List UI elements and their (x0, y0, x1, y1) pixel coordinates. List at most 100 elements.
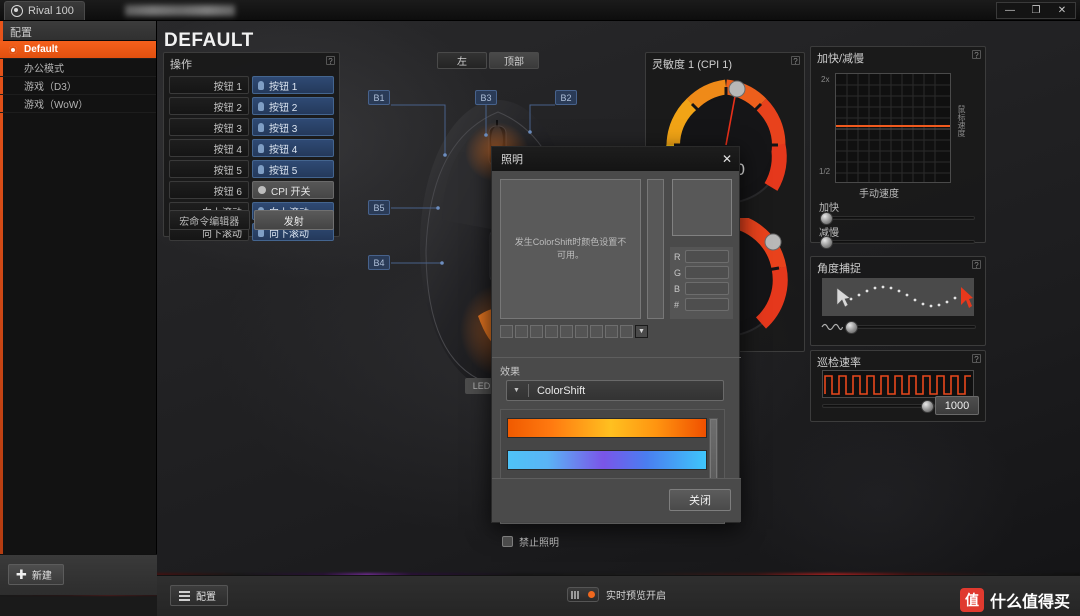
live-preview-label: 实时预览开启 (606, 591, 666, 602)
rgb-input-g[interactable] (685, 266, 729, 279)
action-label: 按钮 5 (169, 160, 249, 178)
watermark: 值 什么值得买 (959, 588, 1070, 612)
sidebar-item-label: 办公模式 (24, 64, 64, 75)
action-value[interactable]: 按钮 4 (252, 139, 334, 157)
config-button[interactable]: 配置 (170, 585, 228, 606)
effect-selected-value: ColorShift (536, 384, 586, 397)
dialog-close-icon[interactable]: ✕ (722, 153, 732, 165)
sidebar-item-game-d3[interactable]: 游戏（D3） (0, 77, 156, 95)
polling-rate-title: 巡检速率 (817, 357, 861, 369)
dialog-footer: 关闭 (492, 478, 741, 522)
sidebar-item-game-wow[interactable]: 游戏（WoW） (0, 95, 156, 113)
swatch[interactable] (515, 325, 528, 338)
action-value[interactable]: 按钮 5 (252, 160, 334, 178)
watermark-badge: 值 (959, 588, 984, 612)
help-icon[interactable]: ? (972, 260, 981, 270)
tab-left-view[interactable]: 左 (437, 52, 487, 69)
maximize-icon[interactable]: ❐ (1023, 3, 1049, 18)
application-window: Rival 100 — ❐ ✕ 配置 Default 办公模式 游戏（D3） 游… (0, 0, 1080, 616)
rgb-label-b: B (674, 283, 681, 294)
angle-snapping-preview[interactable] (822, 278, 974, 316)
rgb-input-r[interactable] (685, 250, 729, 263)
swatch[interactable] (560, 325, 573, 338)
decelerate-slider-knob[interactable] (820, 236, 833, 249)
sidebar-item-label: 游戏（WoW） (24, 100, 89, 111)
decelerate-slider[interactable] (823, 240, 975, 244)
mouse-button-icon (258, 80, 264, 90)
rgb-input-b[interactable] (685, 282, 729, 295)
polling-rate-value[interactable]: 1000 (935, 396, 979, 415)
dialog-title-bar: 照明 ✕ (492, 147, 739, 171)
help-icon[interactable]: ? (326, 56, 335, 66)
action-row: 按钮 3 按钮 3 (169, 118, 334, 136)
swatch[interactable] (620, 325, 633, 338)
help-icon[interactable]: ? (791, 56, 800, 66)
action-label: 按钮 1 (169, 76, 249, 94)
action-row: 按钮 5 按钮 5 (169, 160, 334, 178)
action-value[interactable]: 按钮 1 (252, 76, 334, 94)
acceleration-graph[interactable] (835, 73, 951, 183)
swatch[interactable] (605, 325, 618, 338)
action-value[interactable]: CPI 开关 (252, 181, 334, 199)
new-profile-button[interactable]: ✚ 新建 (8, 564, 64, 585)
dialog-close-button[interactable]: 关闭 (669, 489, 731, 511)
accelerate-slider[interactable] (823, 216, 975, 220)
action-row: 按钮 2 按钮 2 (169, 97, 334, 115)
close-icon[interactable]: ✕ (1049, 3, 1075, 18)
polling-rate-panel: 巡检速率 ? 1000 (810, 350, 986, 422)
chevron-down-icon: ▼ (513, 387, 520, 394)
polling-rate-slider-knob[interactable] (921, 400, 934, 413)
help-icon[interactable]: ? (972, 50, 981, 60)
tab-top-view[interactable]: 顶部 (489, 52, 539, 69)
color-picker-field: 发生ColorShift时颜色设置不可用。 (500, 179, 641, 319)
actions-panel-title: 操作 (170, 59, 192, 71)
angle-snapping-slider-knob[interactable] (845, 321, 858, 334)
sidebar-footer: ✚ 新建 (0, 554, 157, 595)
swatch[interactable] (530, 325, 543, 338)
swatch[interactable] (590, 325, 603, 338)
angle-snapping-panel: 角度捕捉 ? (810, 256, 986, 346)
action-row: 按钮 1 按钮 1 (169, 76, 334, 94)
fire-button[interactable]: 发射 (253, 210, 334, 230)
swatch[interactable] (575, 325, 588, 338)
action-value[interactable]: 按钮 3 (252, 118, 334, 136)
macro-editor-button[interactable]: 宏命令编辑器 (169, 210, 250, 230)
disable-lighting-label: 禁止照明 (519, 538, 559, 549)
mouse-view-tabs: 左 顶部 (437, 52, 539, 69)
gradient-scrollbar-thumb[interactable] (710, 419, 717, 483)
mouse-button-icon (258, 164, 264, 174)
sidebar-item-label: 游戏（D3） (24, 82, 77, 93)
new-profile-label: 新建 (31, 571, 52, 582)
selected-dot-icon (9, 46, 17, 54)
action-value[interactable]: 按钮 2 (252, 97, 334, 115)
live-preview-status[interactable]: 实时预览开启 (567, 587, 666, 602)
swatch[interactable] (500, 325, 513, 338)
rgb-input-hex[interactable] (685, 298, 729, 311)
cpi-switch-icon (258, 186, 266, 194)
disable-lighting-checkbox[interactable] (502, 536, 513, 547)
action-value-label: 按钮 4 (269, 144, 298, 156)
wave-icon (821, 323, 843, 331)
effect-select[interactable]: ▼ ColorShift (506, 380, 724, 401)
sidebar-item-office[interactable]: 办公模式 (0, 59, 156, 77)
rgb-row: B (674, 282, 733, 295)
help-icon[interactable]: ? (972, 354, 981, 364)
mouse-button-icon (258, 101, 264, 111)
disable-lighting-row[interactable]: 禁止照明 (502, 534, 559, 549)
axis-label-top: 2x (821, 75, 830, 84)
minimize-icon[interactable]: — (997, 3, 1023, 18)
dropper-icon[interactable]: ▼ (635, 325, 648, 338)
axis-label-x: 手动速度 (859, 189, 899, 200)
swatch[interactable] (545, 325, 558, 338)
action-label: 按钮 2 (169, 97, 249, 115)
live-preview-toggle[interactable] (567, 587, 599, 602)
angle-snapping-slider[interactable] (851, 325, 976, 329)
rgb-label-g: G (674, 267, 682, 278)
divider-icon (527, 384, 529, 397)
polling-rate-slider[interactable] (822, 404, 935, 408)
device-tab-rival-100[interactable]: Rival 100 (4, 0, 85, 20)
effect-label: 效果 (500, 367, 520, 378)
gradient-preset-blue[interactable] (507, 450, 707, 470)
sidebar-item-default[interactable]: Default (0, 41, 156, 59)
gradient-preset-orange[interactable] (507, 418, 707, 438)
